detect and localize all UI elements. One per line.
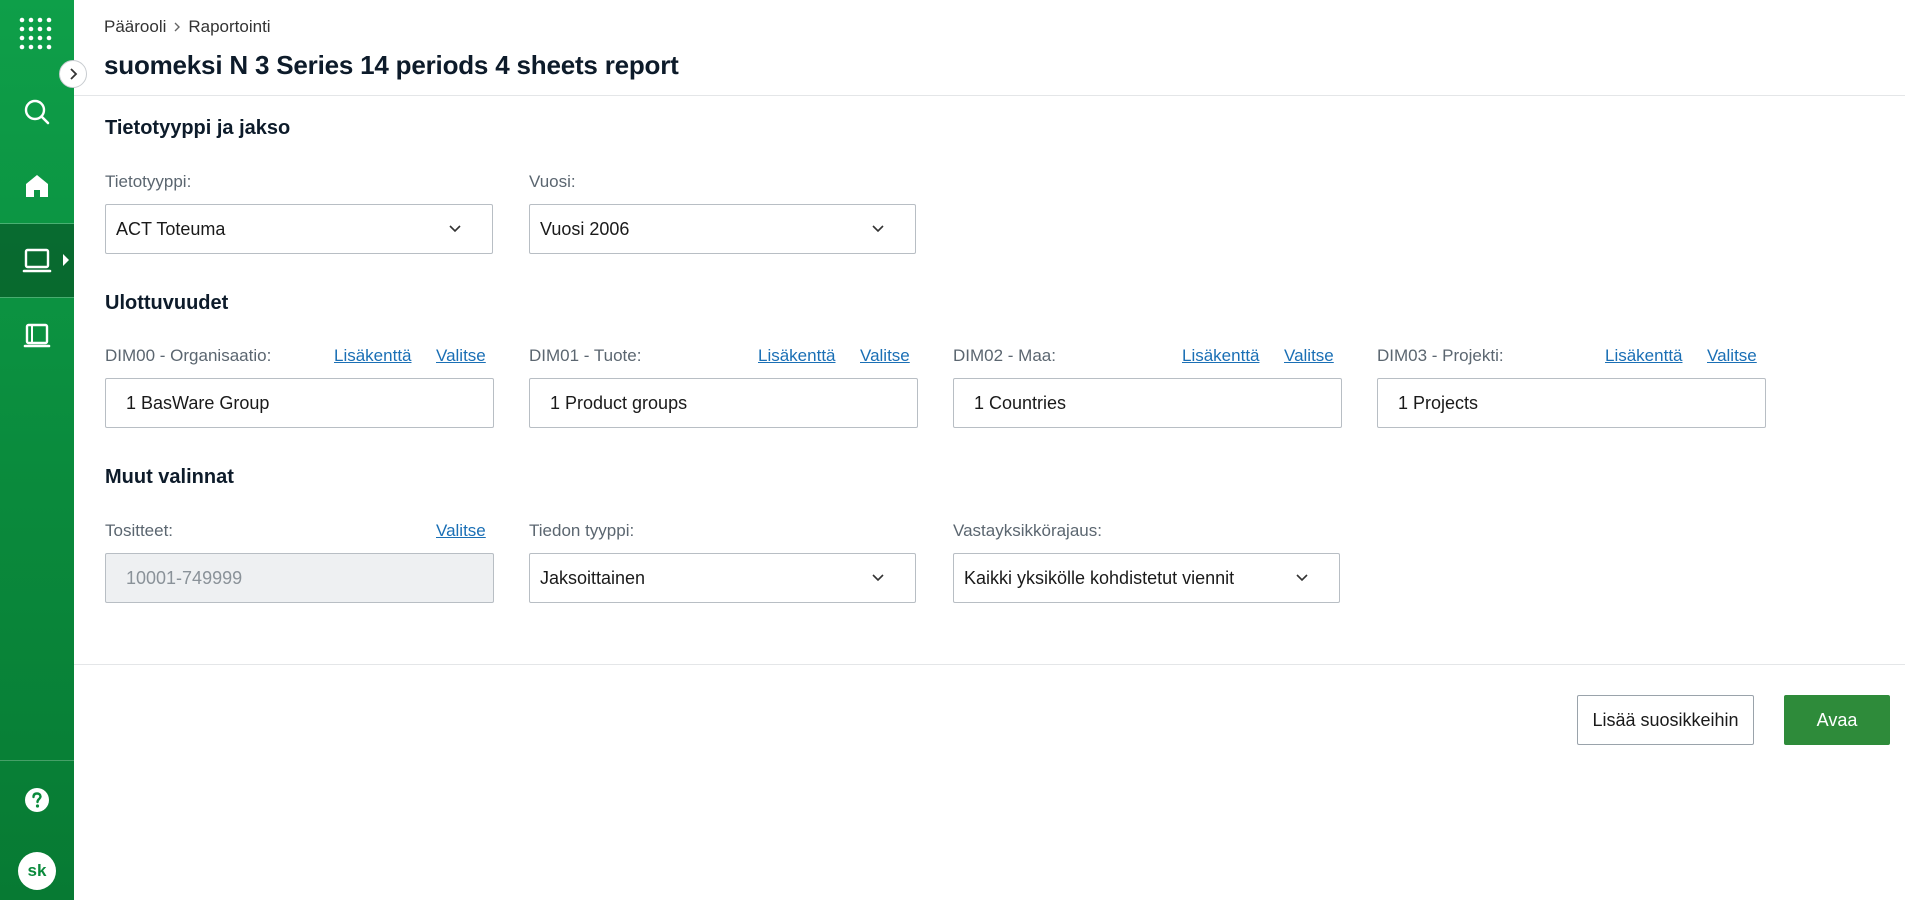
- breadcrumb-current: Raportointi: [188, 17, 271, 36]
- dim00-extra-link[interactable]: Lisäkenttä: [334, 346, 412, 366]
- counter-unit-label: Vastayksikkörajaus:: [953, 521, 1102, 540]
- dim03-value: 1 Projects: [1398, 392, 1479, 413]
- year-select[interactable]: Vuosi 2006: [529, 204, 916, 254]
- section-title-datatype: Tietotyyppi ja jakso: [105, 117, 291, 139]
- chevron-down-icon: [449, 225, 461, 233]
- dim01-extra-link[interactable]: Lisäkenttä: [758, 346, 836, 366]
- dim03-label: DIM03 - Projekti:: [1377, 346, 1504, 365]
- search-icon[interactable]: [0, 82, 74, 142]
- counter-unit-value: Kaikki yksikölle kohdistetut viennit: [964, 567, 1235, 588]
- dim01-select-link[interactable]: Valitse: [860, 346, 910, 366]
- data-type-select[interactable]: Jaksoittainen: [529, 553, 916, 603]
- section-title-other: Muut valinnat: [105, 466, 234, 488]
- dim00-label: DIM00 - Organisaatio:: [105, 346, 272, 365]
- breadcrumb: Päärooli Raportointi: [104, 17, 271, 37]
- chevron-down-icon: [1296, 574, 1308, 582]
- dim00-select-link[interactable]: Valitse: [436, 346, 486, 366]
- vouchers-field: 10001-749999: [105, 553, 494, 603]
- dim02-extra-link[interactable]: Lisäkenttä: [1182, 346, 1260, 366]
- dim00-field[interactable]: 1 BasWare Group: [105, 378, 494, 428]
- dim02-value: 1 Countries: [974, 392, 1067, 413]
- data-type-value: Jaksoittainen: [540, 567, 646, 588]
- reports-icon[interactable]: [0, 224, 74, 297]
- dim03-field[interactable]: 1 Projects: [1377, 378, 1766, 428]
- dim03-select-link[interactable]: Valitse: [1707, 346, 1757, 366]
- dim02-select-link[interactable]: Valitse: [1284, 346, 1334, 366]
- chevron-down-icon: [872, 225, 884, 233]
- document-icon[interactable]: [0, 306, 74, 366]
- vouchers-select-link[interactable]: Valitse: [436, 521, 486, 541]
- avatar[interactable]: sk: [18, 852, 56, 890]
- dim02-label: DIM02 - Maa:: [953, 346, 1056, 365]
- datatype-select[interactable]: ACT Toteuma: [105, 204, 493, 254]
- dim00-value: 1 BasWare Group: [126, 392, 270, 413]
- dim01-value: 1 Product groups: [550, 392, 688, 413]
- dim03-extra-link[interactable]: Lisäkenttä: [1605, 346, 1683, 366]
- apps-grid-icon[interactable]: [0, 5, 74, 65]
- dim01-field[interactable]: 1 Product groups: [529, 378, 918, 428]
- help-icon[interactable]: [0, 770, 74, 830]
- open-button[interactable]: Avaa: [1784, 695, 1890, 745]
- year-value: Vuosi 2006: [540, 218, 630, 239]
- chevron-right-icon: [70, 68, 78, 80]
- vouchers-label: Tositteet:: [105, 521, 174, 540]
- vouchers-value: 10001-749999: [126, 567, 243, 588]
- sidebar-toggle-button[interactable]: [59, 60, 87, 88]
- chevron-right-icon: [174, 22, 181, 32]
- chevron-down-icon: [872, 574, 884, 582]
- datatype-value: ACT Toteuma: [116, 218, 226, 239]
- dim02-field[interactable]: 1 Countries: [953, 378, 1342, 428]
- counter-unit-select[interactable]: Kaikki yksikölle kohdistetut viennit: [953, 553, 1340, 603]
- datatype-label: Tietotyyppi:: [105, 172, 192, 191]
- breadcrumb-root[interactable]: Päärooli: [104, 17, 166, 37]
- year-label: Vuosi:: [529, 172, 576, 191]
- main-content: Päärooli Raportointi suomeksi N 3 Series…: [74, 0, 1905, 900]
- sidebar: sk: [0, 0, 74, 900]
- page-title: suomeksi N 3 Series 14 periods 4 sheets …: [104, 50, 679, 80]
- data-type-label: Tiedon tyyppi:: [529, 521, 635, 540]
- section-title-dimensions: Ulottuvuudet: [105, 292, 229, 314]
- home-icon[interactable]: [0, 156, 74, 216]
- add-to-favorites-button[interactable]: Lisää suosikkeihin: [1577, 695, 1754, 745]
- dim01-label: DIM01 - Tuote:: [529, 346, 642, 365]
